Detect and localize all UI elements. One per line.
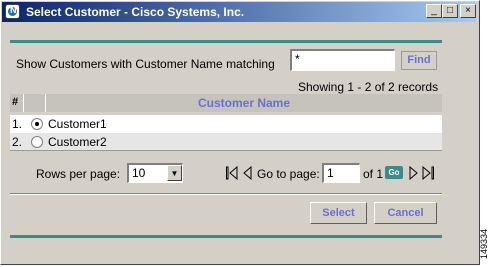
prev-page-icon[interactable] bbox=[242, 166, 252, 180]
customer-name-cell: Customer1 bbox=[48, 117, 107, 131]
table-row[interactable]: 1. Customer1 bbox=[10, 115, 442, 133]
window-title: Select Customer - Cisco Systems, Inc. bbox=[26, 5, 245, 19]
select-button[interactable]: Select bbox=[310, 202, 367, 224]
table-row[interactable]: 2. Customer2 bbox=[10, 133, 442, 151]
record-count-status: Showing 1 - 2 of 2 records bbox=[298, 80, 439, 94]
header-divider bbox=[23, 94, 24, 112]
customer-name-cell: Customer2 bbox=[48, 135, 107, 149]
total-pages-label: of 1 bbox=[363, 167, 384, 181]
row-index: 2. bbox=[12, 135, 23, 149]
minimize-button[interactable]: _ bbox=[426, 4, 442, 18]
rows-per-page-label: Rows per page: bbox=[36, 167, 121, 181]
find-button[interactable]: Find bbox=[401, 51, 437, 70]
index-column-header: # bbox=[12, 96, 19, 108]
row-index: 1. bbox=[12, 117, 23, 131]
last-page-icon[interactable] bbox=[422, 166, 434, 180]
title-bar[interactable]: Select Customer - Cisco Systems, Inc. _ … bbox=[2, 2, 476, 22]
footer-divider bbox=[10, 193, 442, 195]
go-button[interactable]: Go bbox=[385, 166, 403, 179]
maximize-button[interactable]: □ bbox=[442, 4, 458, 18]
close-button[interactable]: × bbox=[460, 4, 476, 18]
figure-id: 149334 bbox=[479, 225, 496, 265]
app-icon bbox=[5, 4, 20, 19]
cancel-button[interactable]: Cancel bbox=[374, 202, 437, 224]
rows-per-page-value: 10 bbox=[132, 166, 146, 180]
filter-label: Show Customers with Customer Name matchi… bbox=[16, 57, 275, 71]
first-page-icon[interactable] bbox=[226, 166, 238, 180]
row-radio-button[interactable] bbox=[31, 136, 43, 148]
customer-name-column-header[interactable]: Customer Name bbox=[46, 96, 442, 110]
go-to-page-label: Go to page: bbox=[257, 167, 320, 181]
figure-id-text: 149334 bbox=[479, 228, 490, 260]
rows-per-page-select[interactable]: 10 ▼ bbox=[127, 163, 183, 183]
page-number-input[interactable]: 1 bbox=[322, 163, 360, 183]
customer-name-filter-input[interactable]: * bbox=[290, 49, 395, 71]
row-radio-button[interactable] bbox=[31, 118, 43, 130]
dropdown-arrow-icon[interactable]: ▼ bbox=[167, 165, 182, 181]
table-bottom-divider bbox=[10, 150, 442, 151]
next-page-icon[interactable] bbox=[409, 166, 419, 180]
